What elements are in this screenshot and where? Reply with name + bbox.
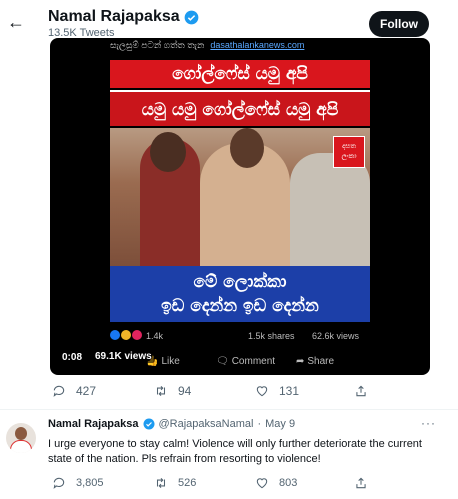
reply-author: Namal Rajapaksa @RajapaksaNamal · May 9 (48, 418, 296, 430)
like-button[interactable]: 803 (255, 476, 297, 490)
video-top-caption: සැලසුම් පටන් ගත්ත තැන dasathalankanews.c… (110, 40, 305, 50)
video-site-link: dasathalankanews.com (210, 40, 305, 50)
fb-comment: 🗨 Comment (216, 356, 276, 367)
verified-badge-icon (184, 10, 199, 24)
comment-icon: 🗨 (216, 356, 229, 367)
fb-reactions-row: 1.4k 1.5k shares 62.6k views (110, 330, 370, 344)
avatar[interactable] (6, 423, 36, 453)
person-head (230, 128, 264, 168)
share-count: 1.5k shares (248, 331, 295, 341)
reply-handle[interactable]: @RajapaksaNamal (159, 418, 254, 430)
more-options-icon[interactable]: ··· (421, 416, 436, 430)
fb-share: ➦ Share (296, 356, 335, 367)
video-frame (110, 128, 370, 266)
reply-date[interactable]: May 9 (265, 418, 295, 430)
video-banner-top: ගෝල්ෆේස් යමු අපි (110, 60, 370, 88)
upload-share-icon (356, 477, 366, 489)
reply-icon (53, 477, 65, 489)
reply-text: I urge everyone to stay calm! Violence w… (48, 438, 422, 465)
video-timer: 0:08 (62, 352, 83, 363)
heart-icon (256, 386, 268, 397)
retweet-icon (156, 385, 166, 397)
follow-button[interactable]: Follow (369, 11, 429, 37)
reaction-icons (110, 330, 142, 340)
upload-share-icon (356, 385, 366, 397)
reply-action-bar: 3,805 526 803 (50, 476, 430, 494)
retweet-icon (156, 477, 166, 489)
tweet-action-bar: 427 94 131 (50, 384, 430, 402)
back-arrow-icon[interactable]: ← (6, 12, 26, 32)
profile-name: Namal Rajapaksa (48, 8, 199, 26)
profile-header: ← Namal Rajapaksa 13.5K Tweets Follow (0, 0, 458, 42)
share-button[interactable] (354, 384, 368, 398)
person-head (150, 132, 186, 172)
heart-icon (256, 478, 268, 489)
like-button[interactable]: 131 (255, 384, 299, 398)
reply-author-name[interactable]: Namal Rajapaksa (48, 418, 139, 430)
reaction-count: 1.4k (146, 331, 164, 341)
reply-button[interactable]: 3,805 (52, 476, 104, 490)
video-player[interactable]: සැලසුම් පටන් ගත්ත තැන dasathalankanews.c… (50, 38, 430, 375)
reply-icon (53, 385, 65, 397)
person-shape (290, 153, 370, 266)
share-button[interactable] (354, 476, 368, 490)
divider (0, 409, 458, 410)
channel-logo: දසත ලංකා (333, 136, 365, 168)
video-banner-bottom: මේ ලොක්කා ඉඩ දෙන්න ඉඩ දෙන්න (110, 266, 370, 322)
video-views-badge: 69.1K views (92, 350, 155, 363)
verified-badge-icon (143, 418, 154, 430)
retweet-button[interactable]: 94 (154, 384, 191, 398)
fb-view-count: 62.6k views (312, 331, 360, 341)
share-arrow-icon: ➦ (296, 356, 305, 367)
reply-button[interactable]: 427 (52, 384, 96, 398)
video-banner-second: යමු යමු ගෝල්ෆේස් යමු අපි (110, 90, 370, 126)
retweet-button[interactable]: 526 (154, 476, 196, 490)
